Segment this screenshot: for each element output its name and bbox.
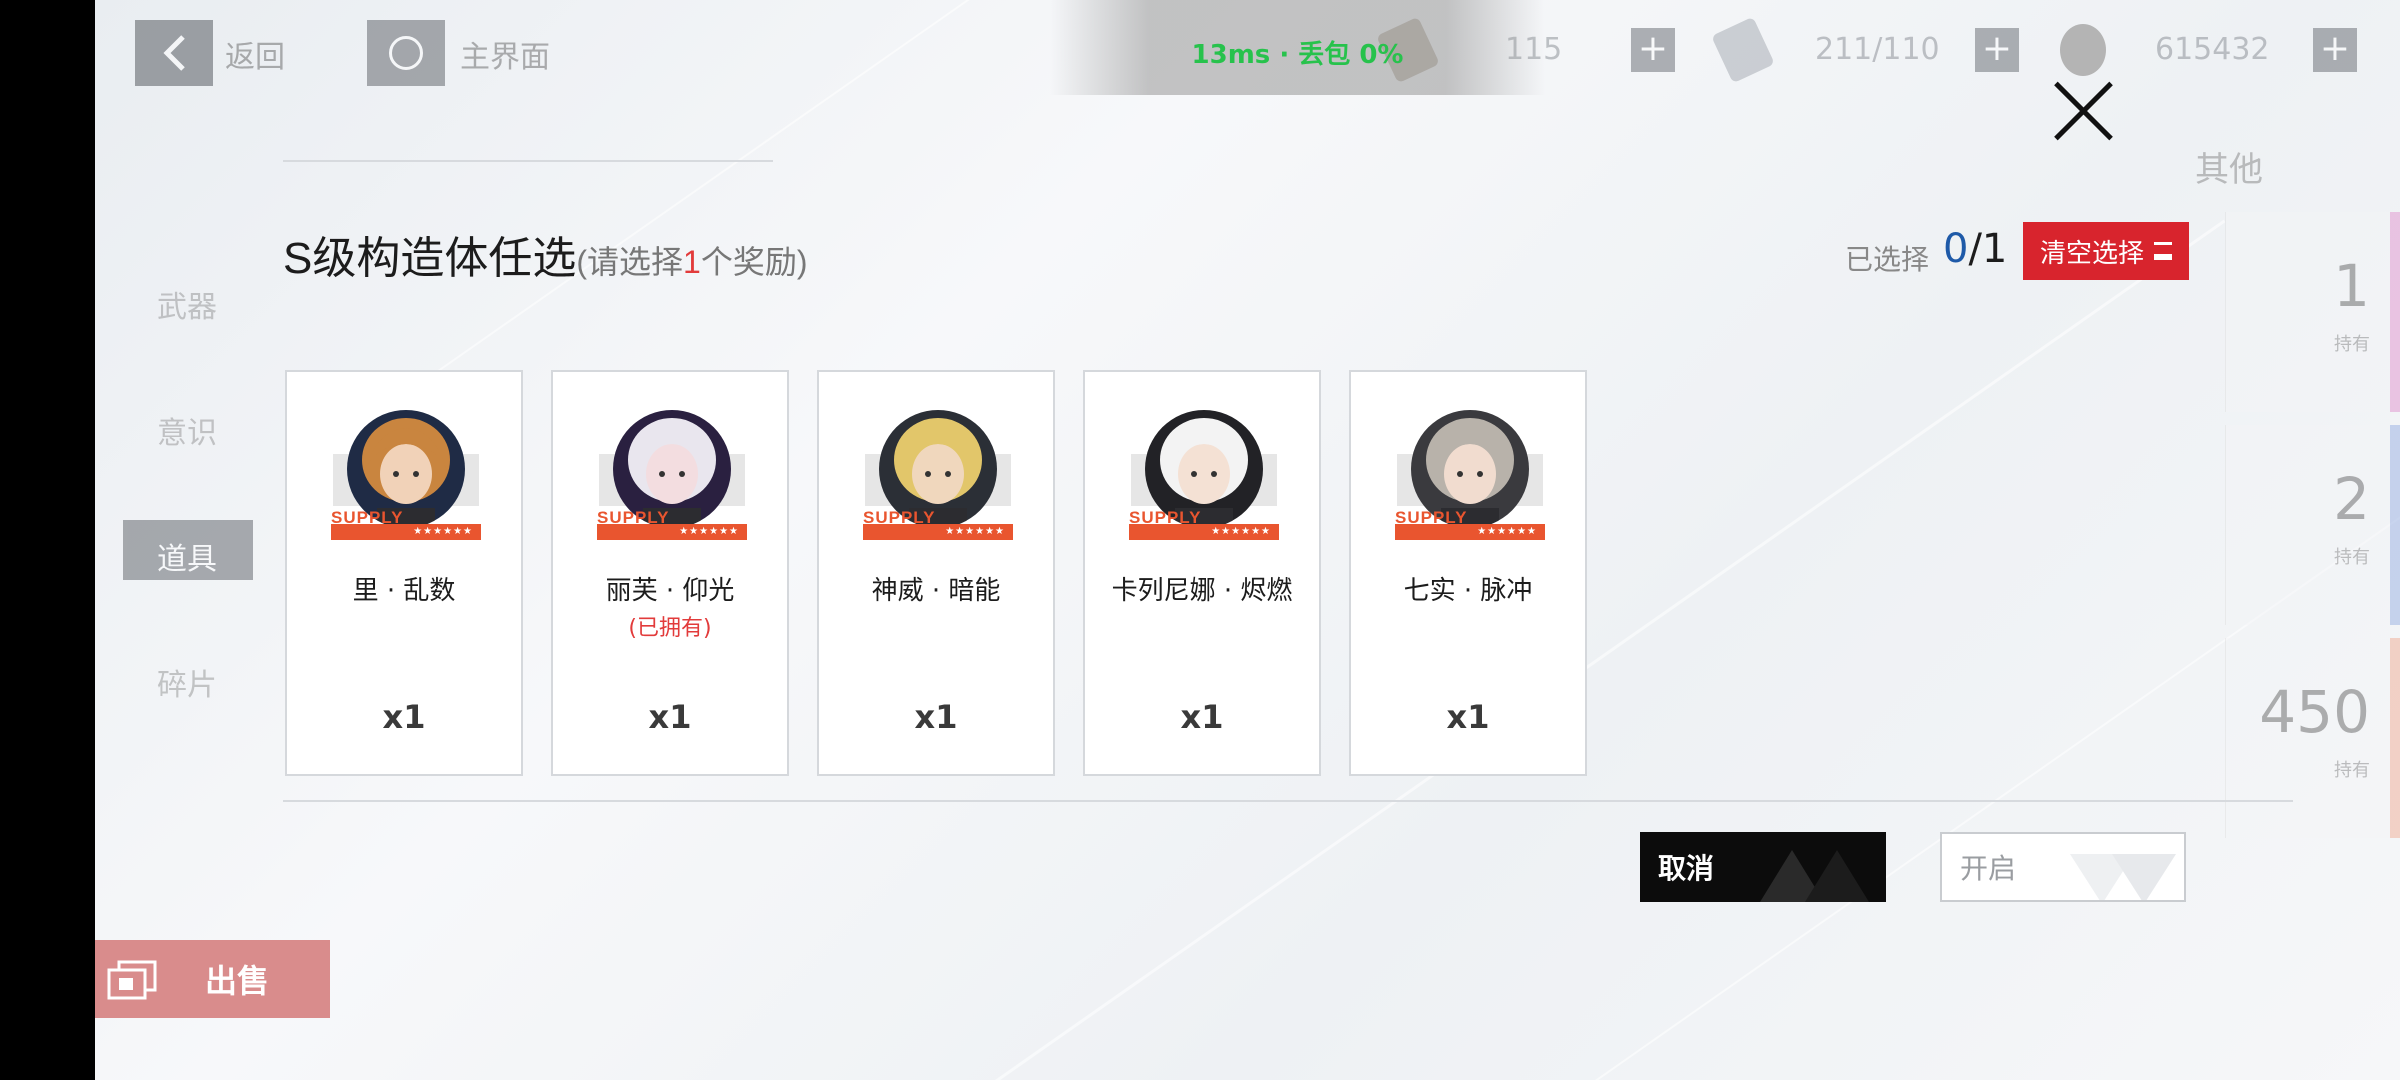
dialog-subtitle: (请选择1个奖励) bbox=[576, 244, 807, 280]
inventory-count: 1 bbox=[2333, 252, 2370, 320]
sidebar-item-fragments[interactable]: 碎片 bbox=[157, 660, 217, 704]
network-indicator: 13ms · 丢包 0% bbox=[1050, 0, 1545, 95]
selected-value: 0 bbox=[1943, 226, 1969, 272]
game-screen: 返回 主界面 115 + 211/110 + 615432 + 武器 意识 道具… bbox=[95, 0, 2400, 1080]
sell-label: 出售 bbox=[205, 962, 270, 1000]
home-label: 主界面 bbox=[460, 40, 550, 75]
key-icon bbox=[1711, 16, 1775, 84]
decor-triangle bbox=[1805, 850, 1869, 902]
clear-selection-label: 清空选择 bbox=[2039, 238, 2144, 269]
sell-button[interactable]: 出售 bbox=[95, 940, 330, 1018]
rarity-stripe bbox=[2390, 425, 2400, 625]
selected-count: 0/1 bbox=[1943, 226, 2007, 272]
subtitle-suffix: 个奖励) bbox=[700, 244, 808, 280]
rarity-stripe bbox=[2390, 212, 2400, 412]
reward-quantity: x1 bbox=[914, 698, 958, 736]
reward-card[interactable]: SUPPLY ★★★★★★ 里 · 乱数 x1 bbox=[285, 370, 523, 776]
eraser-icon bbox=[2154, 242, 2172, 260]
reward-card[interactable]: SUPPLY ★★★★★★ 丽芙 · 仰光 (已拥有) x1 bbox=[551, 370, 789, 776]
clear-selection-button[interactable]: 清空选择 bbox=[2023, 222, 2189, 280]
inventory-own-label: 持有 bbox=[2334, 334, 2370, 355]
sidebar-item-items[interactable]: 道具 bbox=[157, 534, 217, 578]
inventory-count: 2 bbox=[2333, 465, 2370, 533]
rarity-stars: ★★★★★★ bbox=[945, 526, 1005, 537]
rarity-stripe bbox=[2390, 638, 2400, 838]
cancel-label: 取消 bbox=[1658, 852, 1715, 885]
coin-value: 615432 bbox=[2155, 32, 2270, 67]
reward-quantity: x1 bbox=[1446, 698, 1490, 736]
rarity-bar: ★★★★★★ bbox=[1395, 524, 1545, 540]
reward-quantity: x1 bbox=[1180, 698, 1224, 736]
back-label: 返回 bbox=[225, 40, 285, 75]
back-button[interactable] bbox=[135, 20, 213, 86]
character-name: 丽芙 · 仰光 bbox=[605, 576, 735, 606]
decor-triangle bbox=[2112, 854, 2176, 900]
reward-card[interactable]: SUPPLY ★★★★★★ 神威 · 暗能 x1 bbox=[817, 370, 1055, 776]
dialog-title-text: S级构造体任选 bbox=[283, 234, 577, 283]
rarity-bar: ★★★★★★ bbox=[597, 524, 747, 540]
inventory-card[interactable]: 2 持有 bbox=[2225, 425, 2400, 625]
add-coin-button[interactable]: + bbox=[2313, 28, 2357, 72]
network-text: 13ms · 丢包 0% bbox=[1191, 40, 1404, 70]
inventory-count: 450 bbox=[2259, 678, 2370, 746]
subtitle-prefix: (请选择 bbox=[576, 244, 684, 280]
divider bbox=[283, 800, 2293, 802]
close-dialog-button[interactable] bbox=[2043, 70, 2123, 150]
reward-card[interactable]: SUPPLY ★★★★★★ 七实 · 脉冲 x1 bbox=[1349, 370, 1587, 776]
dialog-title: S级构造体任选(请选择1个奖励) bbox=[283, 222, 808, 286]
character-name: 七实 · 脉冲 bbox=[1403, 576, 1533, 606]
home-icon bbox=[389, 36, 423, 70]
key-value: 211/110 bbox=[1815, 32, 1940, 67]
owned-tag: (已拥有) bbox=[628, 616, 712, 641]
inventory-card[interactable]: 1 持有 bbox=[2225, 212, 2400, 412]
open-button[interactable]: 开启 bbox=[1940, 832, 2186, 902]
sell-icon bbox=[107, 960, 157, 1000]
home-button[interactable] bbox=[367, 20, 445, 86]
open-label: 开启 bbox=[1960, 852, 2017, 885]
selected-label: 已选择 bbox=[1845, 243, 1930, 276]
reward-quantity: x1 bbox=[648, 698, 692, 736]
filter-other-label[interactable]: 其他 bbox=[2195, 142, 2263, 191]
inventory-own-label: 持有 bbox=[2334, 547, 2370, 568]
coin-icon bbox=[2060, 24, 2106, 76]
rarity-stars: ★★★★★★ bbox=[1211, 526, 1271, 537]
sidebar-item-weapon[interactable]: 武器 bbox=[157, 282, 217, 326]
character-name: 里 · 乱数 bbox=[352, 576, 456, 606]
selected-total: /1 bbox=[1968, 226, 2008, 272]
inventory-own-label: 持有 bbox=[2334, 760, 2370, 781]
rarity-stars: ★★★★★★ bbox=[1477, 526, 1537, 537]
chevron-left-icon bbox=[163, 35, 185, 71]
character-name: 神威 · 暗能 bbox=[871, 576, 1001, 606]
rarity-stars: ★★★★★★ bbox=[413, 526, 473, 537]
subtitle-number: 1 bbox=[683, 244, 701, 280]
character-name: 卡列尼娜 · 烬燃 bbox=[1111, 576, 1293, 606]
reward-card[interactable]: SUPPLY ★★★★★★ 卡列尼娜 · 烬燃 x1 bbox=[1083, 370, 1321, 776]
rarity-bar: ★★★★★★ bbox=[1129, 524, 1279, 540]
inventory-card[interactable]: 450 持有 bbox=[2225, 638, 2400, 838]
rarity-stars: ★★★★★★ bbox=[679, 526, 739, 537]
reward-quantity: x1 bbox=[382, 698, 426, 736]
rarity-bar: ★★★★★★ bbox=[863, 524, 1013, 540]
divider bbox=[283, 160, 773, 162]
cancel-button[interactable]: 取消 bbox=[1640, 832, 1886, 902]
sidebar-item-memory[interactable]: 意识 bbox=[157, 408, 217, 452]
rarity-bar: ★★★★★★ bbox=[331, 524, 481, 540]
add-key-button[interactable]: + bbox=[1975, 28, 2019, 72]
add-stamina-button[interactable]: + bbox=[1631, 28, 1675, 72]
